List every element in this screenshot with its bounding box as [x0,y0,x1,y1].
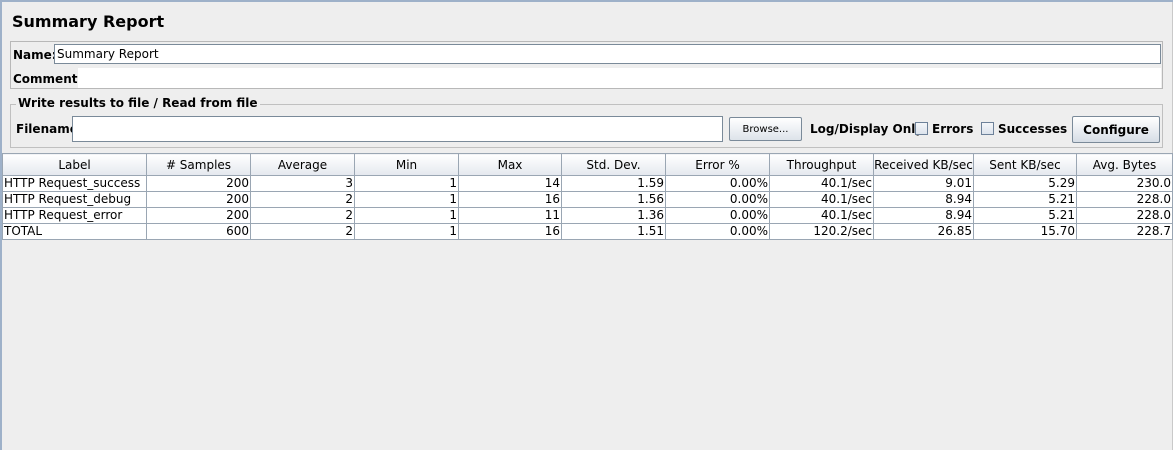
column-header-min[interactable]: Min [354,153,459,176]
table-cell: HTTP Request_success [2,175,147,192]
file-group-title: Write results to file / Read from file [16,96,260,110]
table-cell: 120.2/sec [769,223,874,240]
table-cell: 200 [146,207,251,224]
table-cell: 9.01 [873,175,974,192]
table-cell: 1.51 [561,223,666,240]
successes-label: Successes [998,122,1068,136]
column-header-average[interactable]: Average [250,153,355,176]
table-cell: 16 [458,191,562,208]
column-header-error-percent[interactable]: Error % [665,153,770,176]
table-cell: 5.21 [973,191,1077,208]
table-cell: 16 [458,223,562,240]
table-cell: 26.85 [873,223,974,240]
browse-button[interactable]: Browse... [729,117,802,141]
successes-checkbox[interactable] [981,122,994,135]
table-cell: 40.1/sec [769,207,874,224]
table-cell: 1.56 [561,191,666,208]
table-cell: 40.1/sec [769,191,874,208]
table-cell: 1 [354,175,459,192]
table-cell: 40.1/sec [769,175,874,192]
table-cell: 1 [354,223,459,240]
table-cell: 200 [146,191,251,208]
table-cell: 8.94 [873,207,974,224]
table-cell: 2 [250,207,355,224]
errors-label: Errors [932,122,974,136]
filename-input[interactable] [72,116,723,142]
table-cell: 200 [146,175,251,192]
errors-checkbox[interactable] [915,122,928,135]
window-top-border [0,0,1173,2]
table-row-total[interactable]: TOTAL 600 2 1 16 1.51 0.00% 120.2/sec 26… [2,223,1173,240]
column-header-label[interactable]: Label [2,153,147,176]
comments-input[interactable] [78,68,1161,88]
table-cell: 2 [250,223,355,240]
table-cell: 0.00% [665,175,770,192]
table-cell: 5.21 [973,207,1077,224]
log-display-only-label: Log/Display Only: [810,122,928,136]
table-cell: 15.70 [973,223,1077,240]
table-cell: 5.29 [973,175,1077,192]
summary-table: Label # Samples Average Min Max Std. Dev… [2,153,1173,240]
configure-button[interactable]: Configure [1072,116,1160,143]
table-cell: 2 [250,191,355,208]
name-input[interactable] [54,44,1161,64]
column-header-max[interactable]: Max [458,153,562,176]
table-cell: 11 [458,207,562,224]
table-cell: 8.94 [873,191,974,208]
table-cell: 1.36 [561,207,666,224]
column-header-throughput[interactable]: Throughput [769,153,874,176]
table-cell: 228.0 [1076,207,1173,224]
table-cell: 228.7 [1076,223,1173,240]
table-cell: HTTP Request_debug [2,191,147,208]
column-header-samples[interactable]: # Samples [146,153,251,176]
table-cell: 3 [250,175,355,192]
table-cell: 228.0 [1076,191,1173,208]
table-cell: TOTAL [2,223,147,240]
page-title: Summary Report [12,12,165,31]
table-cell: 14 [458,175,562,192]
results-table-area: Label # Samples Average Min Max Std. Dev… [2,153,1173,450]
table-cell: 600 [146,223,251,240]
table-cell: 230.0 [1076,175,1173,192]
table-cell: 0.00% [665,223,770,240]
table-cell: 1.59 [561,175,666,192]
table-cell: 1 [354,207,459,224]
table-cell: 0.00% [665,207,770,224]
column-header-avg-bytes[interactable]: Avg. Bytes [1076,153,1173,176]
table-row[interactable]: HTTP Request_error 200 2 1 11 1.36 0.00%… [2,207,1173,224]
table-row[interactable]: HTTP Request_debug 200 2 1 16 1.56 0.00%… [2,191,1173,208]
table-cell: HTTP Request_error [2,207,147,224]
column-header-std-dev[interactable]: Std. Dev. [561,153,666,176]
table-header-row: Label # Samples Average Min Max Std. Dev… [2,153,1173,176]
filename-label: Filename [16,122,78,136]
table-cell: 0.00% [665,191,770,208]
column-header-received-kb[interactable]: Received KB/sec [873,153,974,176]
name-label: Name: [13,48,57,62]
name-comments-panel: Name: Comments: [10,41,1163,89]
column-header-sent-kb[interactable]: Sent KB/sec [973,153,1077,176]
table-cell: 1 [354,191,459,208]
table-row[interactable]: HTTP Request_success 200 3 1 14 1.59 0.0… [2,175,1173,192]
